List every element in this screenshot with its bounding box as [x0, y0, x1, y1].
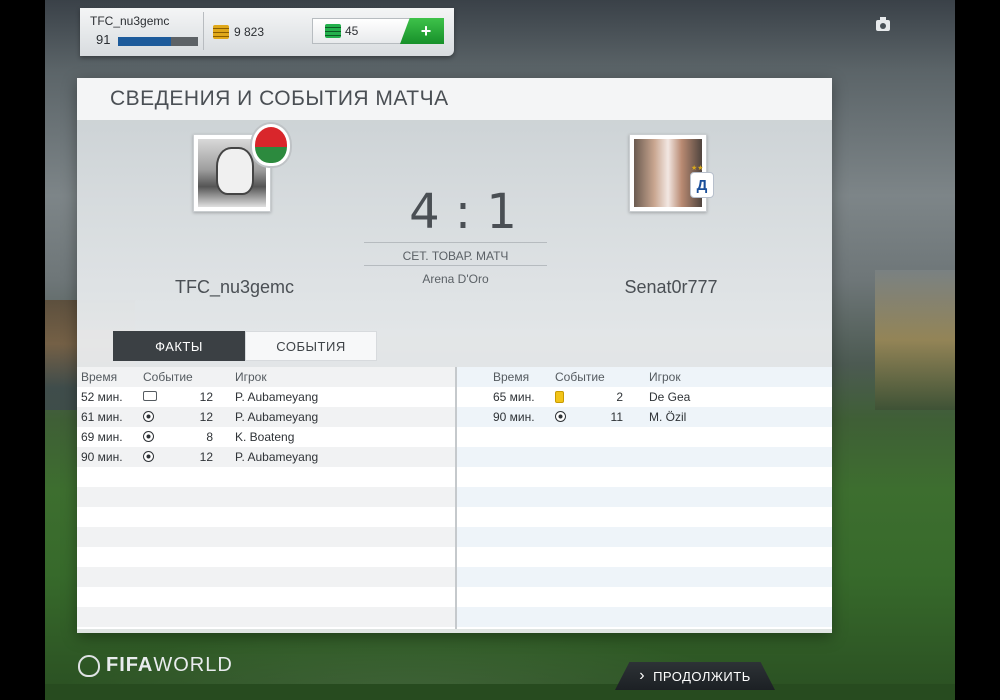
player-number: 12 [199, 450, 213, 464]
wales-badge-shield [255, 127, 287, 163]
player-name: P. Aubameyang [235, 390, 319, 404]
coins-value: 9 823 [234, 25, 265, 39]
fifa-world-wordmark: FIFAWORLD [106, 654, 233, 676]
tab-facts[interactable]: ФАКТЫ [113, 331, 245, 361]
goal-ball-icon [143, 451, 154, 462]
fifa-world-logo: FIFAWORLD [78, 654, 233, 677]
match-details-panel: СВЕДЕНИЯ И СОБЫТИЯ МАТЧА ★★ Д 4 : 1 СЕТ.… [77, 78, 832, 633]
tab-bar: ФАКТЫ СОБЫТИЯ [113, 331, 377, 361]
username: TFC_nu3gemc [90, 14, 170, 28]
away-events-column: Время Событие Игрок 65 мин. 2 De Gea 90 мин… [457, 367, 832, 629]
match-type: СЕТ. ТОВАР. МАТЧ [364, 242, 547, 266]
match-score: 4 : 1 [409, 184, 517, 240]
player-number: 2 [616, 390, 623, 404]
table-row: 69 мин. 8 K. Boateng [77, 427, 455, 447]
event-time: 52 мин. [81, 390, 123, 404]
player-name: K. Boateng [235, 430, 295, 444]
player-number: 11 [610, 410, 623, 424]
header-player: Игрок [649, 370, 681, 384]
table-row: 90 мин. 12 P. Aubameyang [77, 447, 455, 467]
ea-shield-icon [78, 654, 100, 677]
chevron-right-icon: › [639, 667, 646, 684]
header-time: Время [81, 370, 118, 384]
continue-button[interactable]: › ПРОДОЛЖИТЬ [615, 662, 775, 690]
dynamo-badge-icon: Д [690, 172, 714, 198]
header-event: Событие [555, 370, 605, 384]
player-level: 91 [96, 32, 111, 47]
table-row: 52 мин. 12 P. Aubameyang [77, 387, 455, 407]
event-time: 65 мин. [493, 390, 535, 404]
goal-ball-icon [555, 411, 566, 422]
player-name: P. Aubameyang [235, 410, 319, 424]
header-event: Событие [143, 370, 193, 384]
points-balance: 45 + [312, 18, 444, 44]
xp-progress-fill [118, 37, 171, 46]
header-player: Игрок [235, 370, 267, 384]
camera-icon[interactable] [876, 17, 890, 31]
profile-box[interactable]: TFC_nu3gemc 91 [86, 12, 204, 50]
coins-icon [213, 25, 229, 39]
event-time: 61 мин. [81, 410, 123, 424]
wales-dragon-badge-icon [250, 122, 292, 168]
coins-balance: 9 823 [213, 21, 264, 43]
stadium-name: Arena D'Oro [422, 272, 489, 286]
panel-header: СВЕДЕНИЯ И СОБЫТИЯ МАТЧА [77, 78, 832, 120]
table-row: 90 мин. 11 M. Özil [457, 407, 832, 427]
header-time: Время [493, 370, 530, 384]
event-time: 90 мин. [493, 410, 535, 424]
letterbox-right [955, 0, 1000, 700]
goal-ball-icon [143, 431, 154, 442]
xp-progress-bar [118, 37, 198, 46]
player-name: M. Özil [649, 410, 687, 424]
away-header-row: Время Событие Игрок [457, 367, 832, 387]
letterbox-left [0, 0, 45, 700]
yellow-card-icon [555, 391, 564, 403]
continue-label: ПРОДОЛЖИТЬ [653, 668, 751, 684]
table-row: 65 мин. 2 De Gea [457, 387, 832, 407]
events-table: Время Событие Игрок 52 мин. 12 P. Aubameya… [77, 367, 832, 629]
top-status-bar: TFC_nu3gemc 91 9 823 45 + [80, 8, 454, 56]
home-events-column: Время Событие Игрок 52 мин. 12 P. Aubameya… [77, 367, 455, 629]
points-value: 45 [345, 24, 359, 38]
event-time: 90 мин. [81, 450, 123, 464]
player-number: 8 [206, 430, 213, 444]
home-header-row: Время Событие Игрок [77, 367, 455, 387]
pitch-edge [45, 684, 955, 700]
player-number: 12 [199, 390, 213, 404]
page-title: СВЕДЕНИЯ И СОБЫТИЯ МАТЧА [110, 87, 449, 110]
player-number: 12 [199, 410, 213, 424]
table-row: 61 мин. 12 P. Aubameyang [77, 407, 455, 427]
event-time: 69 мин. [81, 430, 123, 444]
away-team-name: Senat0r777 [624, 277, 718, 297]
badge-stars-icon: ★★ [691, 165, 704, 172]
substitution-icon [143, 391, 157, 401]
points-icon [325, 24, 341, 38]
home-team-name: TFC_nu3gemc [175, 277, 295, 297]
goal-ball-icon [143, 411, 154, 422]
player-name: P. Aubameyang [235, 450, 319, 464]
player-name: De Gea [649, 390, 691, 404]
stadium-stand-right [875, 270, 955, 410]
buy-points-button[interactable]: + [400, 18, 444, 44]
tab-events[interactable]: СОБЫТИЯ [245, 331, 377, 361]
